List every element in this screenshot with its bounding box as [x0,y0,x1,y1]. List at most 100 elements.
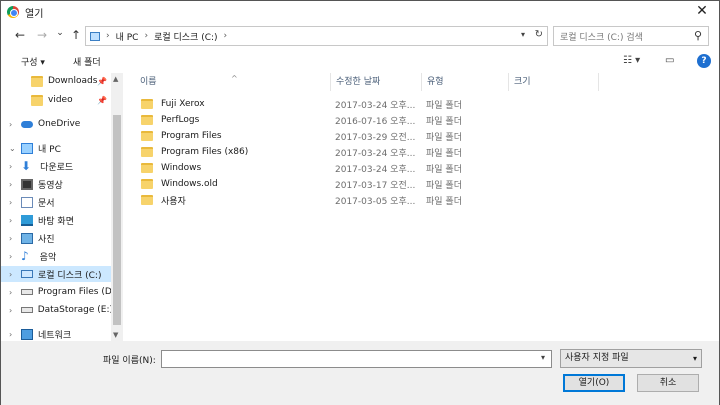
sidebar-item-network[interactable]: › 네트워크 [1,326,111,341]
column-header-type[interactable]: 유형 [422,73,509,91]
sidebar-item-documents[interactable]: › 문서 [1,194,111,210]
sidebar-item-local-disk[interactable]: › 로컬 디스크 (C:) [1,266,111,282]
sidebar-item-program-files-d[interactable]: › Program Files (D [1,284,111,300]
recent-locations-button[interactable]: ⌄ [53,28,67,38]
download-icon: ⬇ [21,159,32,173]
chevron-right-icon[interactable]: › [9,306,21,315]
organize-button[interactable]: 구성 ▾ [21,55,45,68]
file-row[interactable]: Windows.old 2017-03-17 오전... 파일 폴더 [135,176,465,192]
pc-icon [90,31,100,41]
file-type: 파일 폴더 [426,100,462,111]
refresh-icon[interactable]: ↻ [535,29,543,40]
breadcrumb-separator[interactable]: › [144,31,148,41]
chevron-down-icon[interactable]: ▾ [541,353,545,362]
scroll-down-icon[interactable]: ▼ [113,331,118,339]
breadcrumb-my-pc[interactable]: 내 PC [116,30,139,43]
sidebar-item-music[interactable]: › ♪ 음악 [1,248,111,264]
sidebar-item-my-pc[interactable]: ⌄ 내 PC [1,140,111,156]
window-title: 열기 [25,8,44,20]
sidebar-item-onedrive[interactable]: › OneDrive [1,116,111,132]
sidebar-item-label: 문서 [38,198,55,209]
column-header-label: 이름 [140,77,157,87]
new-folder-button[interactable]: 새 폴더 [73,55,101,68]
command-bar: 구성 ▾ 새 폴더 ☷ ▾ ▭ ? [1,51,719,73]
sidebar-item-datastorage[interactable]: › DataStorage (E:) [1,302,111,318]
file-row[interactable]: Fuji Xerox 2017-03-24 오후... 파일 폴더 [135,96,465,112]
file-date: 2017-03-24 오후... [335,164,416,175]
file-row[interactable]: Windows 2017-03-24 오후... 파일 폴더 [135,160,465,176]
address-dropdown-icon[interactable]: ▾ [521,30,525,39]
file-row[interactable]: Program Files (x86) 2017-03-24 오후... 파일 … [135,144,465,160]
file-row[interactable]: PerfLogs 2016-07-16 오후... 파일 폴더 [135,112,465,128]
back-button[interactable]: ← [13,28,27,42]
pin-icon: 📌 [97,95,107,105]
chevron-right-icon[interactable]: › [9,120,21,129]
scrollbar-thumb[interactable] [113,115,121,325]
search-icon[interactable]: ⚲ [694,29,702,42]
chevron-right-icon[interactable]: › [9,216,21,225]
chevron-right-icon[interactable]: › [9,180,21,189]
sidebar-item-pictures[interactable]: › 사진 [1,230,111,246]
file-type: 파일 폴더 [426,148,462,159]
cancel-button[interactable]: 취소 [637,374,699,392]
open-button[interactable]: 열기(O) [563,374,625,392]
chevron-right-icon[interactable]: › [9,288,21,297]
sidebar-item-label: DataStorage (E:) [37,305,111,315]
file-list: ^ 이름 수정한 날짜 유형 크기 Fuji Xerox 2017-03-24 … [135,73,709,341]
chevron-right-icon[interactable]: › [9,252,21,261]
filename-label: 파일 이름(N): [103,356,156,366]
chrome-icon [7,6,19,18]
column-header-size[interactable]: 크기 [509,73,599,91]
file-date: 2017-03-24 오후... [335,148,416,159]
preview-pane-icon[interactable]: ▭ [665,55,674,66]
file-type: 파일 폴더 [426,116,462,127]
sidebar-item-label: 다운로드 [40,162,74,173]
open-dialog: 열기 ✕ ← → ⌄ ↑ › 내 PC › 로컬 디스크 (C:) › ▾ ↻ … [0,0,720,405]
file-name: 사용자 [161,196,186,207]
filetype-select[interactable]: 사용자 지정 파일 ▾ [560,349,702,368]
file-type: 파일 폴더 [426,196,462,207]
help-button[interactable]: ? [697,54,711,68]
filename-input[interactable] [161,350,552,368]
file-type: 파일 폴더 [426,164,462,175]
chevron-right-icon[interactable]: › [9,234,21,243]
address-bar[interactable]: › 내 PC › 로컬 디스크 (C:) › ▾ ↻ [85,26,548,46]
search-input[interactable]: 로컬 디스크 (C:) 검색 ⚲ [553,26,709,46]
up-button[interactable]: ↑ [69,28,83,42]
chevron-right-icon[interactable]: › [9,198,21,207]
chevron-down-icon[interactable]: ⌄ [9,144,21,153]
file-name: Fuji Xerox [161,99,205,109]
sidebar-item-video[interactable]: video 📌 [1,92,111,108]
sidebar-item-desktop[interactable]: › 바탕 화면 [1,212,111,228]
dialog-footer: 파일 이름(N): ▾ 사용자 지정 파일 ▾ 열기(O) 취소 [1,341,719,405]
chevron-right-icon[interactable]: › [9,270,21,279]
chevron-right-icon[interactable]: › [9,330,21,339]
file-name: Windows [161,163,202,173]
breadcrumb-local-disk[interactable]: 로컬 디스크 (C:) [154,30,217,43]
file-row[interactable]: Program Files 2017-03-29 오전... 파일 폴더 [135,128,465,144]
sidebar-item-label: OneDrive [38,119,81,129]
forward-button[interactable]: → [35,28,49,42]
address-row: ← → ⌄ ↑ › 내 PC › 로컬 디스크 (C:) › ▾ ↻ 로컬 디스… [1,25,719,47]
chevron-right-icon[interactable]: › [9,162,21,171]
navigation-scrollbar[interactable]: ▲ ▼ [111,73,123,341]
breadcrumb-separator[interactable]: › [106,31,110,41]
folder-icon [141,163,153,173]
scroll-up-icon[interactable]: ▲ [113,75,118,83]
column-header-label: 크기 [514,77,531,87]
music-icon: ♪ [21,249,29,263]
search-placeholder: 로컬 디스크 (C:) 검색 [560,32,643,43]
close-button[interactable]: ✕ [693,3,711,19]
sidebar-item-videos[interactable]: › 동영상 [1,176,111,192]
folder-icon [31,94,43,106]
file-row[interactable]: 사용자 2017-03-05 오후... 파일 폴더 [135,192,465,208]
sidebar-item-downloads[interactable]: Downloads 📌 [1,73,111,89]
filetype-value: 사용자 지정 파일 [565,353,629,363]
column-header-name[interactable]: ^ 이름 [135,73,331,91]
view-options-icon[interactable]: ☷ ▾ [623,55,640,66]
navigation-pane: Downloads 📌 video 📌 › OneDrive ⌄ 내 PC › … [1,73,123,341]
breadcrumb-separator[interactable]: › [224,31,228,41]
column-header-date[interactable]: 수정한 날짜 [331,73,422,91]
sidebar-item-label: 사진 [38,234,55,245]
sidebar-item-downloads-kr[interactable]: › ⬇ 다운로드 [1,158,111,174]
